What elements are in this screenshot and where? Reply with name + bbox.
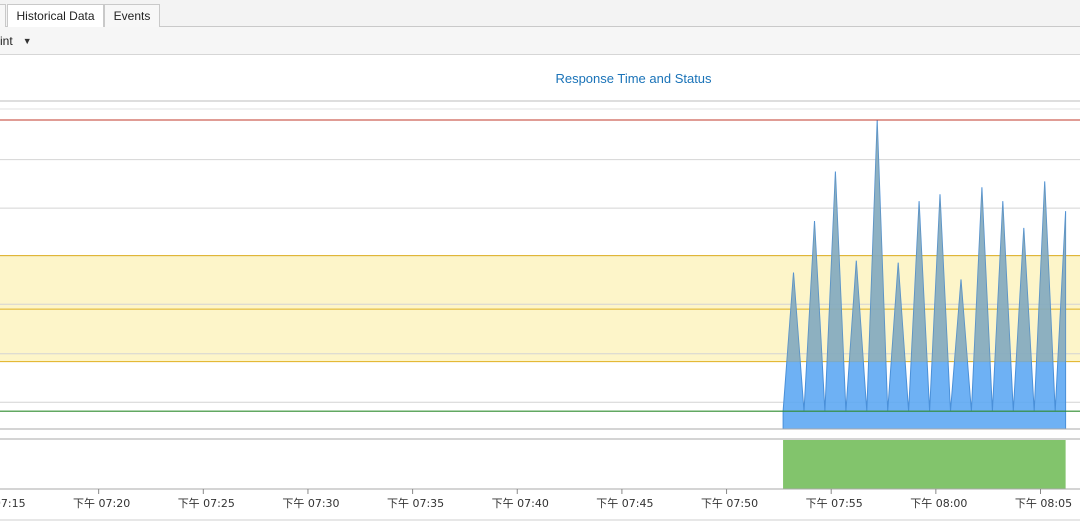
x-tick-label: 下午 07:45 <box>596 497 653 510</box>
x-tick-label: 下午 07:15 <box>0 497 26 510</box>
x-tick-label: 下午 07:35 <box>387 497 444 510</box>
chart-title: Response Time and Status <box>555 71 712 86</box>
chart-canvas: 下午 07:15 下午 07:20 下午 07:25 下午 07:30 下午 07:35… <box>0 100 1080 521</box>
x-tick-label: 下午 07:30 <box>282 497 339 510</box>
x-tick-label: 下午 08:05 <box>1015 497 1072 510</box>
tab-truncated[interactable] <box>0 4 6 27</box>
tab-events[interactable]: Events <box>104 4 160 27</box>
response-time-chart: 下午 07:15 下午 07:20 下午 07:25 下午 07:30 下午 07:35… <box>0 56 1080 522</box>
x-tick-label: 下午 07:40 <box>492 497 549 510</box>
tab-historical-data[interactable]: Historical Data <box>7 4 104 27</box>
x-tick-label: 下午 08:00 <box>910 497 967 510</box>
x-tick-label: 下午 07:55 <box>806 497 863 510</box>
status-bar-up <box>783 440 1066 489</box>
chevron-down-icon: ▼ <box>22 36 32 46</box>
x-tick-label: 下午 07:50 <box>701 497 758 510</box>
view-dropdown-button[interactable]: int ▼ <box>0 30 32 52</box>
x-tick-label: 下午 07:20 <box>73 497 130 510</box>
toolbar: int ▼ <box>0 27 1080 55</box>
tab-bar: Historical Data Events <box>0 0 1080 27</box>
x-tick-label: 下午 07:25 <box>178 497 235 510</box>
view-dropdown-label: int <box>0 34 13 48</box>
